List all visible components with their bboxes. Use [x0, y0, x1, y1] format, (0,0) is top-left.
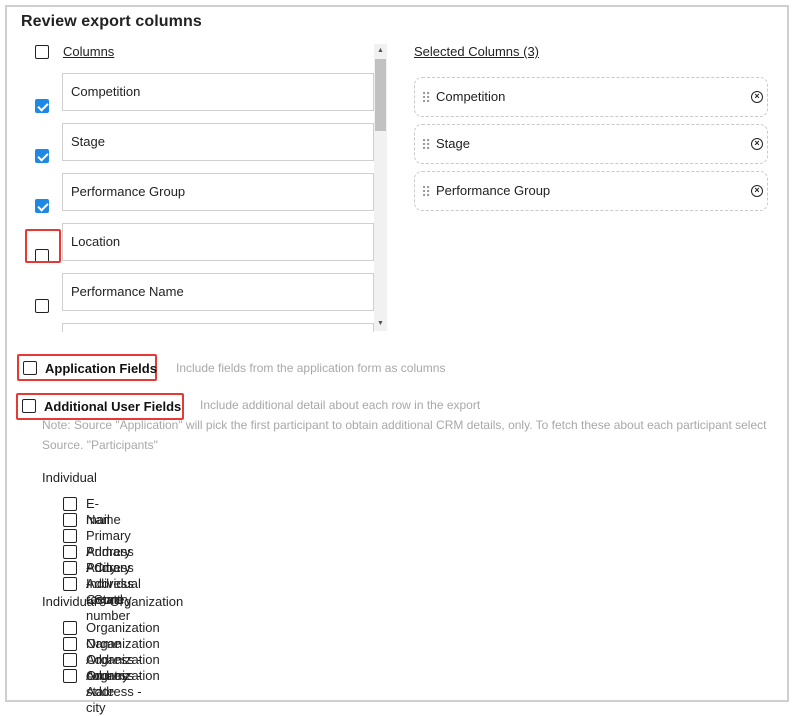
columns-scrollbar[interactable]: ▲ ▼ [374, 44, 387, 331]
individual-section-header: Individual [42, 470, 97, 485]
selected-column-performance-group[interactable]: ⠿ Performance Group × [414, 171, 768, 211]
selected-columns-header: Selected Columns (3) [414, 44, 539, 59]
field-checkbox[interactable] [63, 621, 77, 635]
column-row-next [20, 323, 386, 332]
drag-handle-icon[interactable]: ⠿ [421, 185, 431, 199]
field-checkbox[interactable] [63, 637, 77, 651]
columns-list[interactable]: Competition Stage Performance Group Loca… [20, 66, 386, 332]
column-name-performance-name[interactable]: Performance Name [62, 273, 374, 311]
column-checkbox-competition[interactable] [35, 99, 49, 113]
column-name-location[interactable]: Location [62, 223, 374, 261]
field-checkbox[interactable] [63, 529, 77, 543]
remove-circle-icon[interactable]: × [751, 138, 763, 150]
application-fields-checkbox[interactable] [23, 361, 37, 375]
dialog-title: Review export columns [21, 13, 202, 30]
column-name-performance-group[interactable]: Performance Group [62, 173, 374, 211]
column-checkbox-performance-group[interactable] [35, 199, 49, 213]
organization-section-header: Individual's Organization [42, 594, 184, 609]
field-checkbox[interactable] [63, 669, 77, 683]
select-all-columns-checkbox[interactable] [35, 45, 49, 59]
scroll-up-arrow-icon[interactable]: ▲ [374, 44, 387, 58]
columns-header[interactable]: Columns [63, 44, 114, 59]
column-row-performance-name: Performance Name [20, 273, 386, 323]
field-label: Name [86, 512, 121, 527]
column-checkbox-stage[interactable] [35, 149, 49, 163]
drag-handle-icon[interactable]: ⠿ [421, 91, 431, 105]
additional-user-fields-checkbox[interactable] [22, 399, 36, 413]
application-fields-label[interactable]: Application Fields [45, 361, 157, 376]
column-name-next[interactable] [62, 323, 374, 332]
field-checkbox[interactable] [63, 577, 77, 591]
field-checkbox[interactable] [63, 561, 77, 575]
field-checkbox[interactable] [63, 653, 77, 667]
application-fields-description: Include fields from the application form… [176, 361, 446, 375]
column-name-stage[interactable]: Stage [62, 123, 374, 161]
column-row-stage: Stage [20, 123, 386, 173]
column-row-competition: Competition [20, 73, 386, 123]
selected-column-label: Competition [436, 89, 506, 104]
location-checkbox-highlight [25, 229, 61, 263]
scroll-down-arrow-icon[interactable]: ▼ [374, 317, 387, 331]
column-name-competition[interactable]: Competition [62, 73, 374, 111]
field-label: Organization Address - city [86, 668, 160, 715]
selected-column-stage[interactable]: ⠿ Stage × [414, 124, 768, 164]
remove-circle-icon[interactable]: × [751, 91, 763, 103]
column-row-location: Location [20, 223, 386, 273]
selected-column-competition[interactable]: ⠿ Competition × [414, 77, 768, 117]
field-checkbox[interactable] [63, 545, 77, 559]
selected-column-label: Performance Group [436, 183, 551, 198]
field-checkbox[interactable] [63, 497, 77, 511]
scroll-thumb[interactable] [375, 59, 386, 131]
remove-circle-icon[interactable]: × [751, 185, 763, 197]
drag-handle-icon[interactable]: ⠿ [421, 138, 431, 152]
additional-user-fields-label[interactable]: Additional User Fields [44, 399, 181, 414]
field-checkbox[interactable] [63, 513, 77, 527]
source-note: Note: Source "Application" will pick the… [42, 418, 767, 452]
selected-column-label: Stage [436, 136, 470, 151]
additional-user-fields-description: Include additional detail about each row… [200, 398, 481, 412]
column-checkbox-performance-name[interactable] [35, 299, 49, 313]
column-row-performance-group: Performance Group [20, 173, 386, 223]
